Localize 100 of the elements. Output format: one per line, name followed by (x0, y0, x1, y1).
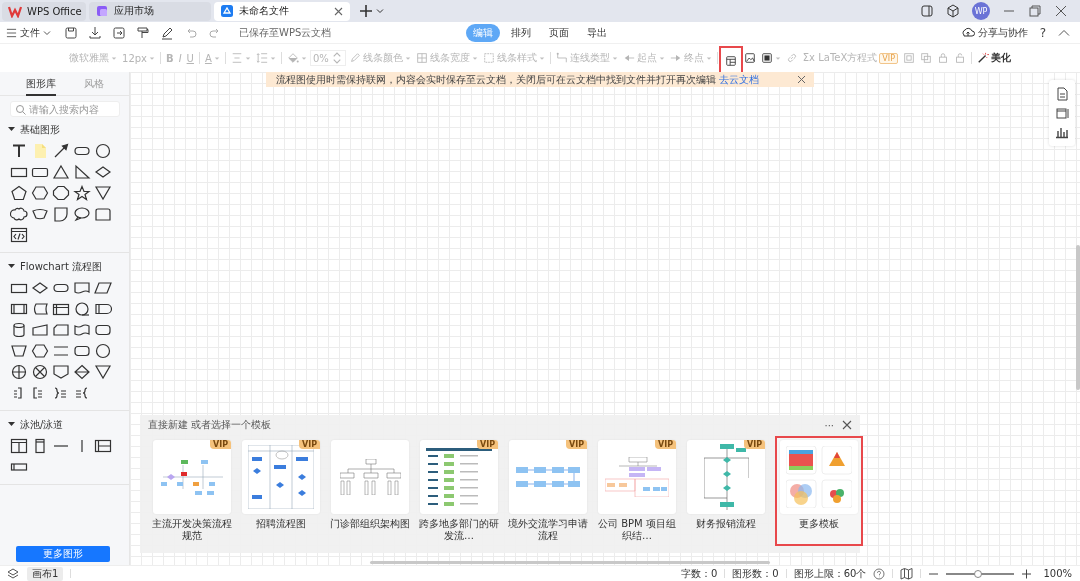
tape-icon[interactable] (73, 322, 91, 338)
help-button[interactable]: ? (1039, 25, 1046, 40)
hexagon-icon[interactable] (31, 343, 49, 359)
browser-tab[interactable]: WPS Office (2, 1, 86, 21)
map-icon[interactable] (900, 567, 914, 580)
document-icon[interactable] (1055, 86, 1069, 101)
card-icon[interactable] (52, 322, 70, 338)
rounded-rectangle-icon[interactable] (94, 322, 112, 338)
scrollbar[interactable] (1076, 245, 1080, 390)
manual-input-icon[interactable] (31, 322, 49, 338)
cube-icon[interactable] (946, 4, 960, 18)
stored-data-icon[interactable] (31, 301, 49, 317)
download-icon[interactable] (88, 25, 102, 40)
pencil-icon[interactable] (160, 25, 174, 40)
toolbar-button[interactable] (720, 47, 741, 74)
share-button[interactable]: 分享与协作 (960, 25, 1028, 40)
slider-thumb[interactable] (974, 569, 983, 578)
template-item[interactable]: 门诊部组织架构图 (326, 436, 414, 546)
frame-icon[interactable] (1055, 106, 1069, 120)
code-icon[interactable] (10, 227, 28, 243)
template-item[interactable]: 更多模板 (775, 436, 863, 546)
panel-tab[interactable]: 图形库 (25, 72, 56, 96)
process-icon[interactable] (10, 301, 28, 317)
restore-icon[interactable] (1028, 4, 1042, 18)
save-icon[interactable] (64, 25, 78, 40)
template-card[interactable]: VIP (598, 440, 676, 514)
circle-icon[interactable] (94, 343, 112, 359)
help-icon[interactable] (873, 567, 886, 580)
menu-tab[interactable]: 排列 (504, 23, 538, 42)
trapezoid-icon[interactable] (31, 206, 49, 222)
layers-icon[interactable] (6, 567, 20, 580)
speech-bubble-icon[interactable] (73, 206, 91, 222)
plus-icon[interactable] (359, 4, 373, 18)
zoom-slider[interactable] (946, 572, 1015, 575)
cloud-icon[interactable] (10, 206, 28, 222)
scrollbar[interactable] (370, 561, 770, 564)
octagon-icon[interactable] (52, 185, 70, 201)
pool-icon[interactable] (10, 438, 28, 454)
template-item[interactable]: VIP 境外交流学习申请流程 (504, 436, 592, 546)
template-item[interactable]: VIP 主流开发决策流程规范 (148, 436, 236, 546)
crossed-circle-icon[interactable] (10, 364, 28, 380)
delay-icon[interactable] (94, 301, 112, 317)
template-item[interactable]: VIP 财务报销流程 (682, 436, 770, 546)
chevron-down-icon[interactable] (376, 7, 384, 15)
browser-tab[interactable]: 应用市场 (89, 1, 211, 21)
pool-icon[interactable] (94, 438, 112, 454)
browser-tab[interactable]: 未命名文件 (214, 1, 350, 21)
template-card[interactable]: VIP (153, 440, 231, 514)
circle-icon[interactable] (73, 301, 91, 317)
right-triangle-icon[interactable] (73, 164, 91, 180)
template-card[interactable]: VIP (420, 440, 498, 514)
triangle-icon[interactable] (52, 164, 70, 180)
close-icon[interactable] (1054, 4, 1068, 18)
trapezoid-icon[interactable] (10, 343, 28, 359)
section-header[interactable]: 基础图形 (0, 122, 129, 137)
triangle-icon[interactable] (94, 364, 112, 380)
diamond-icon[interactable] (94, 164, 112, 180)
document-icon[interactable] (73, 280, 91, 296)
section-header[interactable]: 泳池/泳道 (0, 417, 129, 432)
hexagon-icon[interactable] (31, 185, 49, 201)
circle-icon[interactable] (94, 143, 112, 159)
arrow-icon[interactable] (52, 143, 70, 159)
off-page-icon[interactable] (52, 364, 70, 380)
format-painter-icon[interactable] (136, 25, 150, 40)
bar-chart-icon[interactable] (1055, 125, 1069, 140)
pentagon-icon[interactable] (10, 185, 28, 201)
grid-canvas[interactable]: 流程图使用时需保持联网，内容会实时保存至云文档，关闭后可在云文档中找到文件并打开再次编辑 去云文档 直接新建 或者选择一个模板 ··· VIP 主流开发决策流程规范 VIP 招聘流程图 门诊部组织架构图 VIP 跨多地多部门的研发流… VIP 境外交流学习申请流程 VIP 公司 BPM 项目组织结… VIP 财务报销流程 更多模板 (130, 72, 1080, 565)
page-tab[interactable]: 画布1 (27, 566, 64, 581)
x-circle-icon[interactable] (31, 364, 49, 380)
cloud-docs-link[interactable]: 去云文档 (719, 72, 759, 87)
sort-icon[interactable] (73, 364, 91, 380)
menu-tab[interactable]: 页面 (542, 23, 576, 42)
toolbar-button[interactable]: 美化 (974, 50, 1013, 66)
template-card[interactable]: VIP (242, 440, 320, 514)
file-menu[interactable]: 文件 (6, 25, 51, 40)
cylinder-icon[interactable] (10, 322, 28, 338)
star-icon[interactable] (73, 185, 91, 201)
rounded-rectangle-icon[interactable] (73, 343, 91, 359)
close-icon[interactable] (797, 75, 806, 84)
zoom-in-icon[interactable] (1021, 568, 1033, 579)
more-shapes-button[interactable]: 更多图形 (16, 546, 110, 562)
close-icon[interactable] (842, 420, 852, 430)
template-item[interactable]: VIP 跨多地多部门的研发流… (415, 436, 503, 546)
search-field[interactable]: 请输入搜索内容 (10, 101, 120, 117)
template-item[interactable]: VIP 招聘流程图 (237, 436, 325, 546)
import-icon[interactable] (112, 25, 126, 40)
parallelogram-icon[interactable] (94, 280, 112, 296)
triangle-icon[interactable] (94, 185, 112, 201)
internal-storage-icon[interactable] (52, 301, 70, 317)
section-header[interactable]: Flowchart 流程图 (0, 259, 129, 274)
more-options-button[interactable]: ··· (824, 419, 834, 431)
close-icon[interactable] (333, 5, 344, 17)
menu-tab[interactable]: 导出 (580, 23, 614, 42)
template-item[interactable]: VIP 公司 BPM 项目组织结… (593, 436, 681, 546)
template-card[interactable]: VIP (509, 440, 587, 514)
diamond-icon[interactable] (31, 280, 49, 296)
window-icon[interactable] (920, 4, 934, 18)
template-card[interactable] (780, 440, 858, 514)
template-card[interactable]: VIP (687, 440, 765, 514)
text-icon[interactable] (10, 143, 28, 159)
